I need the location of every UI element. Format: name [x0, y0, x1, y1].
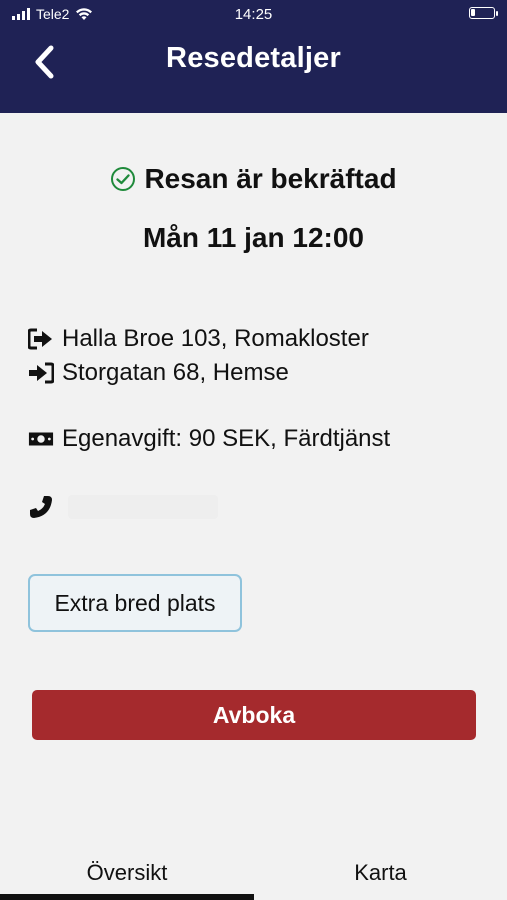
phone-row: [28, 494, 62, 520]
phone-icon: [28, 494, 54, 520]
tab-overview[interactable]: Översikt: [0, 845, 254, 900]
trip-datetime: Mån 11 jan 12:00: [142, 222, 364, 253]
sign-out-icon: [28, 326, 54, 352]
cancel-booking-button[interactable]: Avboka: [32, 690, 476, 740]
sign-in-icon: [28, 360, 54, 386]
page-title: Resedetaljer: [166, 42, 341, 74]
status-text: Resan är bekräftad: [144, 163, 397, 194]
status-time: 14:25: [234, 6, 273, 23]
extra-wide-seat-chip: Extra bred plats: [28, 574, 242, 632]
status-bar: Tele2 14:25: [0, 0, 507, 30]
booking-status: Resan är bekräftad: [0, 163, 507, 195]
check-circle-icon: [111, 167, 136, 191]
battery-icon: [469, 7, 498, 19]
money-bill-icon: [28, 426, 54, 452]
phone-redacted: [68, 495, 218, 519]
fee-text: Egenavgift: 90 SEK, Färdtjänst: [62, 425, 391, 452]
to-address: Storgatan 68, Hemse: [62, 359, 289, 386]
app-header: Tele2 14:25 Resedetaljer: [0, 0, 507, 113]
active-tab-indicator: [0, 894, 254, 900]
to-address-row: Storgatan 68, Hemse: [28, 359, 289, 387]
from-address: Halla Broe 103, Romakloster: [62, 325, 369, 352]
fee-row: Egenavgift: 90 SEK, Färdtjänst: [28, 425, 390, 453]
tab-bar: Översikt Karta: [0, 845, 507, 900]
tab-map[interactable]: Karta: [254, 845, 507, 900]
from-address-row: Halla Broe 103, Romakloster: [28, 325, 369, 353]
